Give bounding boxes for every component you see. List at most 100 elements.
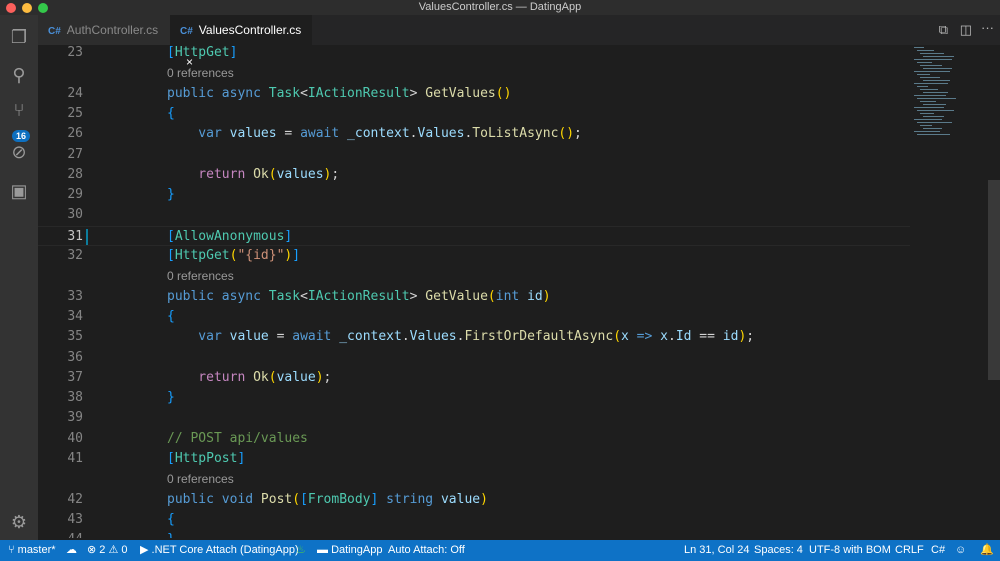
code-line: 32 [HttpGet("{id}")] [38,246,910,266]
line-number: 37 [67,369,83,385]
notifications-icon[interactable]: 🔔 [980,540,994,561]
minimap[interactable] [910,45,988,135]
search-icon[interactable]: ⚲ [9,65,29,85]
debug-config: .NET Core Attach (DatingApp) [151,544,299,556]
close-window-button[interactable] [6,3,16,13]
line-number: 34 [67,308,83,324]
language-mode[interactable]: C# [931,540,945,561]
code-token: Task [268,288,301,304]
code-token: < [300,85,308,101]
title-bar: ValuesController.cs — DatingApp [0,0,1000,15]
code-token: id [527,288,543,304]
code-line: 27 [38,145,910,165]
encoding[interactable]: UTF-8 with BOM [809,540,891,561]
line-ending[interactable]: CRLF [895,540,924,561]
code-line: 40 // POST api/values [38,429,910,449]
debug-icon[interactable]: ⊘ [9,142,29,162]
branch-status[interactable]: ⑂ master* [8,540,56,561]
code-line: 36 [38,348,910,368]
minimap-line [920,65,942,66]
code-text: var values = await _context.Values.ToLis… [167,124,582,144]
sync-icon[interactable]: ☁ [66,540,77,561]
minimap-line [920,113,934,114]
code-line: 39 [38,408,910,428]
code-line: 34 { [38,307,910,327]
folder-status[interactable]: ▬ DatingApp [317,540,382,561]
tab-label: ValuesController.cs [198,23,302,37]
minimap-line [920,101,936,102]
gear-icon[interactable]: ⚙ [9,512,29,532]
code-token: Values [409,329,457,345]
code-text: [HttpPost] [167,449,245,469]
split-editor-icon[interactable]: ◫ [960,22,972,38]
minimap-line [917,110,954,111]
line-number: 35 [67,329,83,345]
scrollbar[interactable] [988,180,1000,380]
code-token: ( [292,491,301,507]
code-token: [ [167,228,175,244]
problems-status[interactable]: ⊗ 2 ⚠ 0 [87,540,128,561]
tab-auth-controller[interactable]: C# AuthController.cs [38,15,170,45]
code-text: [AllowAnonymous] [167,227,292,247]
minimap-line [917,86,928,87]
code-line: 33 public async Task<IActionResult> GetVa… [38,287,910,307]
tab-bar: C# AuthController.cs C# ValuesController.c… [38,15,1000,69]
more-actions-icon[interactable]: ··· [981,20,994,35]
references-link[interactable]: 0 references [167,469,234,489]
minimap-line [920,89,938,90]
line-number: 27 [67,146,83,162]
minimap-line [914,107,944,108]
code-token: > [409,85,426,101]
minimap-line [914,83,948,84]
extensions-icon[interactable]: ▣ [9,181,29,201]
code-token: ; [331,166,340,182]
references-link[interactable]: 0 references [167,63,234,83]
line-number: 39 [67,410,83,426]
code-token: [ [167,45,175,60]
code-token: value [276,369,316,385]
code-token: ( [268,166,277,182]
explorer-icon[interactable]: ❐ [9,27,29,47]
auto-attach-status[interactable]: Auto Attach: Off [388,540,465,561]
line-number: 25 [67,105,83,121]
minimap-line [914,95,946,96]
code-token: } [167,390,175,406]
code-token: _context [347,126,410,142]
references-link[interactable]: 0 references [167,266,234,286]
code-token: GetValue [425,288,488,304]
minimize-window-button[interactable] [22,3,32,13]
code-line: 35 var value = await _context.Values.Fir… [38,327,910,347]
code-token: () [495,85,512,101]
code-line: 30 [38,205,910,225]
code-token: () [558,126,575,142]
minimap-line [923,80,950,81]
cursor-position[interactable]: Ln 31, Col 24 [684,540,749,561]
code-text: var value = await _context.Values.FirstO… [167,327,754,347]
error-count: 2 [99,544,106,556]
code-token: HttpGet [174,248,230,263]
codelens-references: 0 references [38,63,910,83]
code-token: values [229,126,277,142]
line-number: 32 [67,248,83,263]
indentation[interactable]: Spaces: 4 [754,540,803,561]
code-token: Task [268,85,301,101]
line-number: 40 [67,430,83,446]
debug-launch[interactable]: ▶ .NET Core Attach (DatingApp) [140,540,299,561]
open-changes-icon[interactable]: ⧉ [939,22,948,38]
code-token: value [440,491,481,507]
code-editor[interactable]: 23 [HttpGet] 0 references 24 public async Ta… [38,45,1000,538]
maximize-window-button[interactable] [38,3,48,13]
tab-values-controller[interactable]: C# ValuesController.cs × [170,15,312,69]
code-token: // POST api/values [167,430,308,446]
code-token: await [292,329,340,345]
code-token: . [401,329,410,345]
code-token: ] [237,451,246,466]
code-line: 28 return Ok(values); [38,165,910,185]
code-token: Values [417,126,465,142]
minimap-line [923,68,952,69]
code-token: ( [613,329,622,345]
code-token: ; [746,329,755,345]
feedback-icon[interactable]: ☺ [955,540,966,561]
code-text: { [167,510,175,530]
source-control-icon[interactable]: ⑂ [9,100,29,120]
